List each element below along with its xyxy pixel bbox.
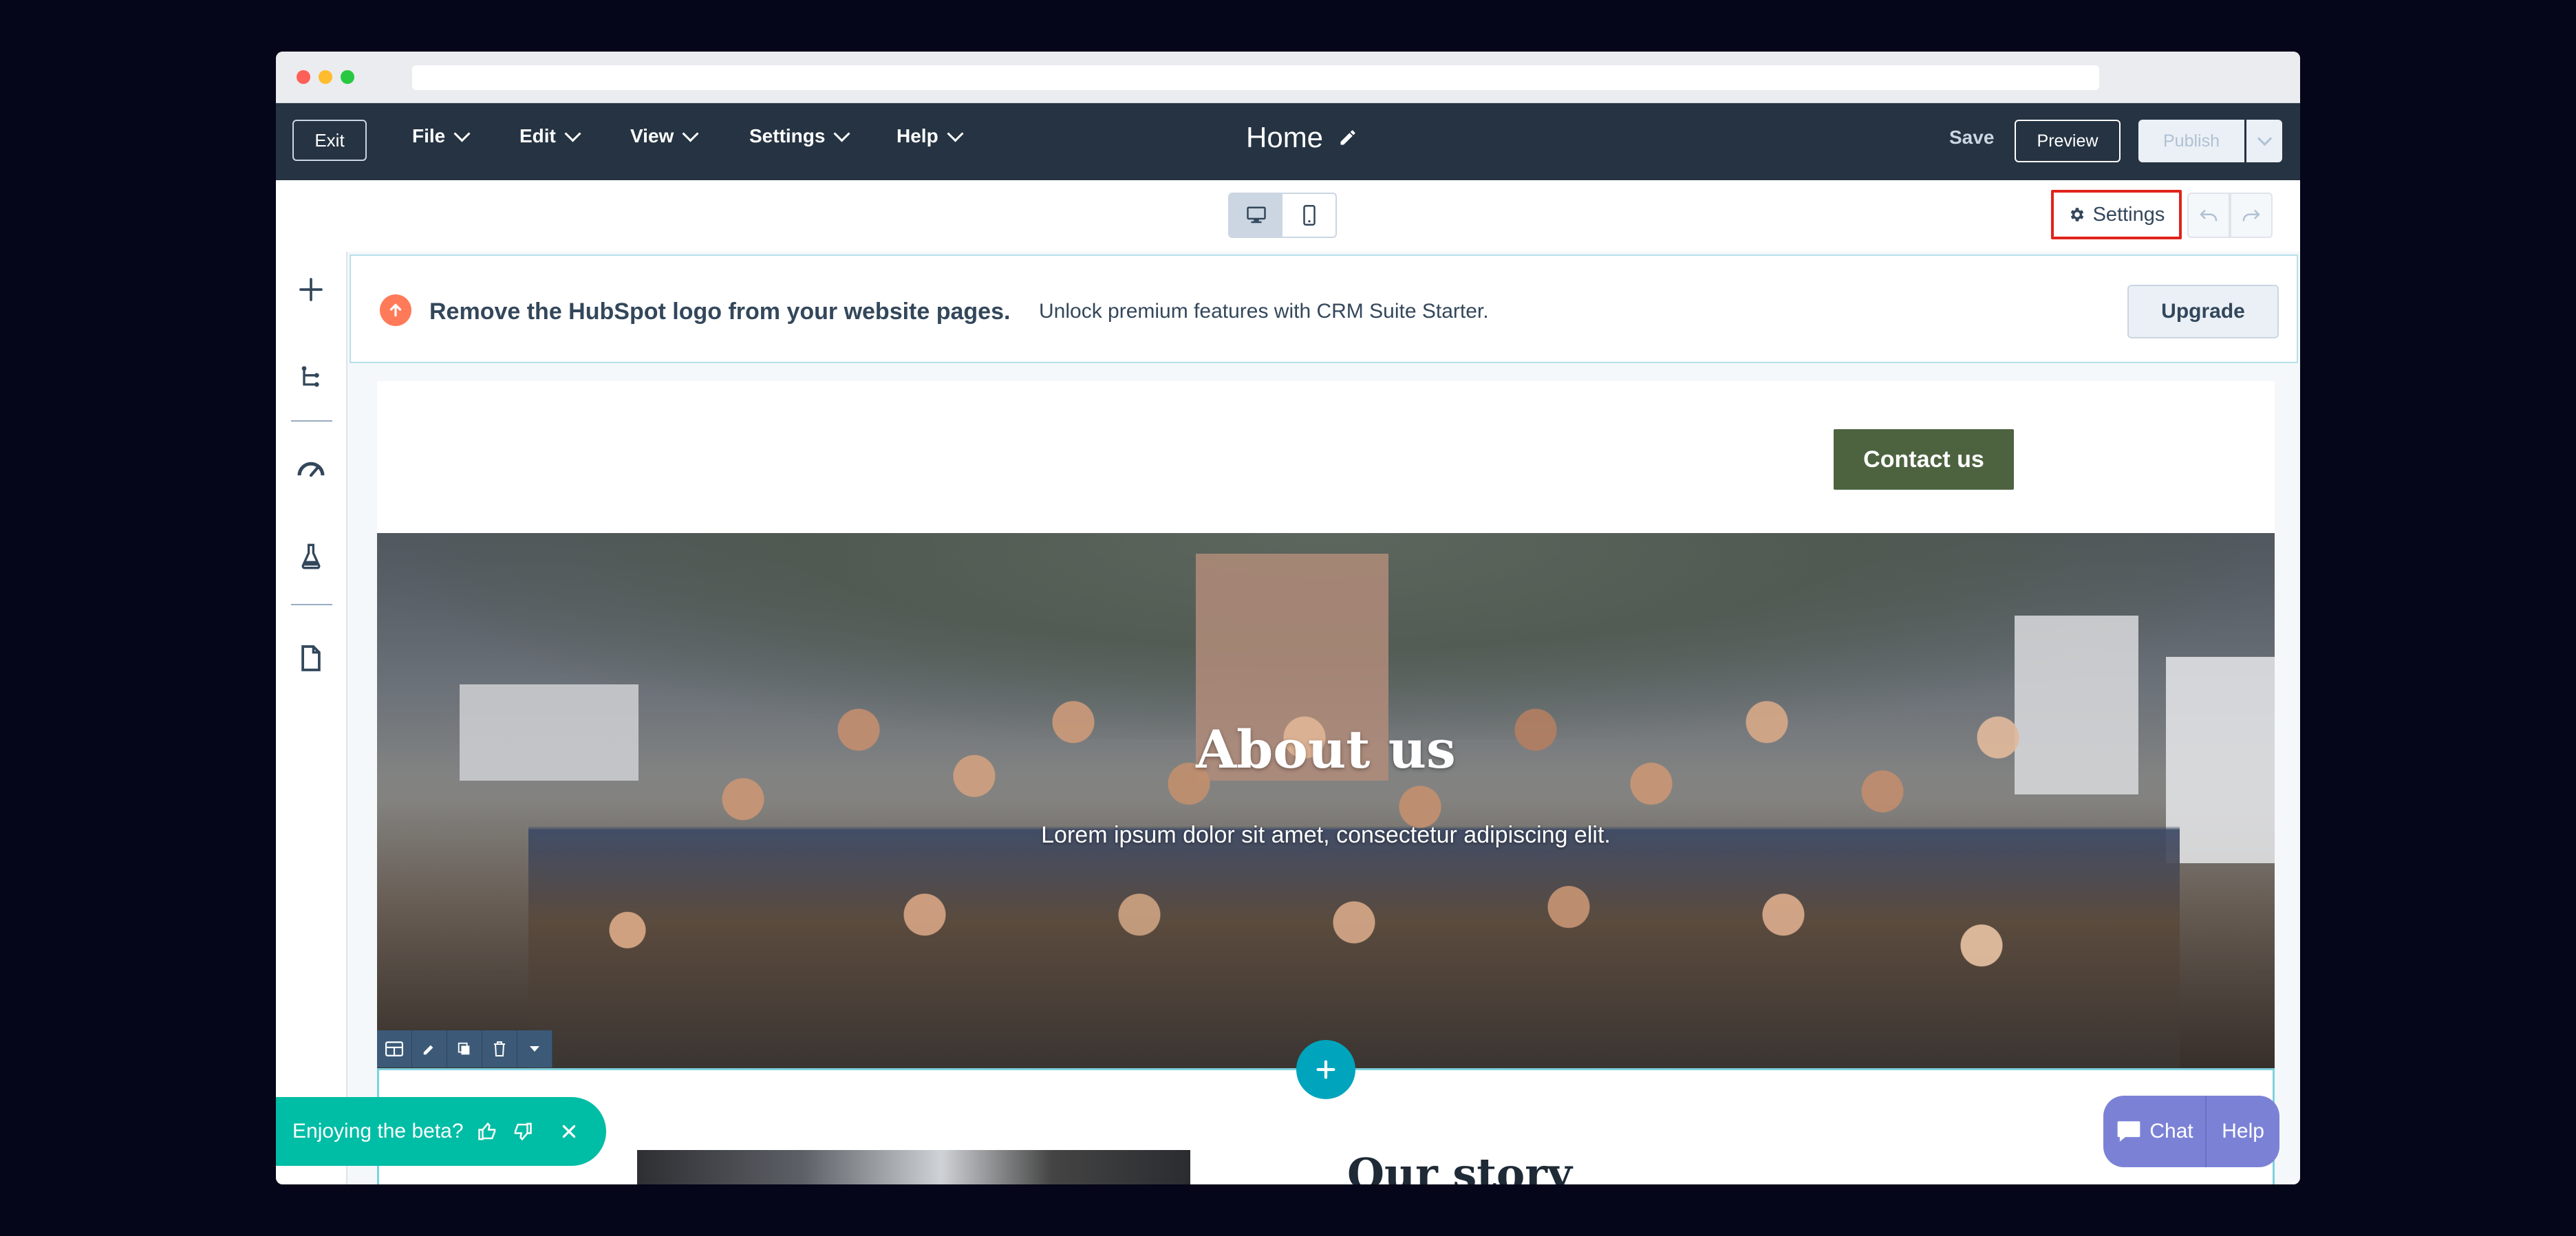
editor-toolbar: Settings: [276, 180, 2300, 252]
publish-button[interactable]: Publish: [2138, 120, 2244, 162]
redo-button[interactable]: [2230, 193, 2273, 238]
chevron-down-icon: [833, 124, 850, 142]
chat-button[interactable]: Chat: [2103, 1096, 2207, 1167]
preview-button[interactable]: Preview: [2015, 120, 2121, 162]
sidebar-divider: [291, 604, 332, 605]
beta-feedback-text: Enjoying the beta?: [292, 1120, 464, 1142]
close-icon[interactable]: [560, 1123, 578, 1140]
edit-pencil-icon[interactable]: [412, 1030, 447, 1067]
hero-title: About us: [1196, 719, 1456, 780]
minimize-window-button[interactable]: [319, 70, 332, 84]
plus-icon: [1316, 1060, 1335, 1079]
address-bar[interactable]: [412, 65, 2099, 90]
menu-file[interactable]: File: [412, 124, 471, 147]
mobile-view-button[interactable]: [1282, 194, 1335, 237]
browser-window: Exit File Edit View Settings Help Home S…: [276, 52, 2300, 1184]
chevron-down-icon: [682, 124, 699, 142]
arrow-up-icon: [380, 294, 411, 326]
chevron-down-icon: [2257, 131, 2272, 146]
banner-subtitle: Unlock premium features with CRM Suite S…: [1039, 300, 1489, 323]
editor-topbar: Exit File Edit View Settings Help Home S…: [276, 103, 2300, 180]
add-section-button[interactable]: [1296, 1040, 1355, 1099]
banner-title: Remove the HubSpot logo from your websit…: [429, 299, 1011, 325]
chat-bubble-icon: [2118, 1121, 2140, 1142]
menu-edit-label: Edit: [519, 125, 556, 147]
menu-edit[interactable]: Edit: [519, 124, 581, 147]
undo-icon: [2200, 209, 2218, 221]
close-window-button[interactable]: [297, 70, 310, 84]
hero-subtitle: Lorem ipsum dolor sit amet, consectetur …: [1041, 822, 1611, 848]
clone-icon[interactable]: [447, 1030, 482, 1067]
menu-settings-label: Settings: [749, 125, 826, 147]
menu-view[interactable]: View: [630, 124, 699, 147]
layout-tree-icon[interactable]: [295, 362, 327, 393]
pencil-icon[interactable]: [1338, 128, 1357, 147]
hero-section[interactable]: About us Lorem ipsum dolor sit amet, con…: [377, 533, 2275, 1068]
editor-canvas: Remove the HubSpot logo from your websit…: [347, 252, 2300, 1184]
menu-help[interactable]: Help: [897, 124, 964, 147]
left-sidebar: [276, 252, 347, 1184]
help-label: Help: [2222, 1120, 2264, 1142]
chevron-down-icon: [564, 124, 581, 142]
chevron-down-icon: [947, 124, 964, 142]
test-flask-icon[interactable]: [295, 541, 327, 572]
page-preview: Contact us About us Lorem ipsum dolor si…: [377, 381, 2275, 1184]
browser-titlebar: [276, 52, 2300, 103]
story-image[interactable]: [637, 1150, 1190, 1184]
add-icon[interactable]: [295, 274, 327, 305]
save-button[interactable]: Save: [1949, 127, 1994, 149]
settings-button[interactable]: Settings: [2051, 190, 2182, 239]
device-preview-toggle: [1228, 193, 1337, 238]
menu-settings[interactable]: Settings: [749, 124, 850, 147]
exit-button[interactable]: Exit: [292, 120, 367, 161]
layout-icon[interactable]: [377, 1030, 412, 1067]
menu-view-label: View: [630, 125, 674, 147]
chat-widget: Chat Help: [2103, 1096, 2279, 1167]
menu-help-label: Help: [897, 125, 938, 147]
thumbs-up-icon[interactable]: [477, 1121, 498, 1142]
maximize-window-button[interactable]: [341, 70, 354, 84]
undo-button[interactable]: [2187, 193, 2230, 238]
menu-file-label: File: [412, 125, 446, 147]
desktop-view-button[interactable]: [1230, 194, 1282, 237]
upgrade-banner: Remove the HubSpot logo from your websit…: [350, 254, 2298, 363]
mobile-icon: [1302, 205, 1316, 226]
more-options-caret-icon[interactable]: [517, 1030, 552, 1067]
page-title: Home: [1246, 121, 1357, 154]
chevron-down-icon: [453, 124, 471, 142]
sidebar-divider: [291, 420, 332, 422]
thumbs-down-icon[interactable]: [512, 1121, 533, 1142]
delete-trash-icon[interactable]: [482, 1030, 517, 1067]
section-action-bar: [377, 1030, 552, 1067]
publish-options-button[interactable]: [2246, 120, 2282, 162]
contact-us-button[interactable]: Contact us: [1834, 429, 2014, 490]
story-title: Our story: [1347, 1149, 1572, 1184]
gear-icon: [2070, 208, 2083, 221]
page-title-text: Home: [1246, 121, 1324, 153]
beta-feedback-pill: Enjoying the beta?: [276, 1097, 606, 1166]
help-button[interactable]: Help: [2207, 1096, 2279, 1167]
chat-label: Chat: [2149, 1120, 2193, 1142]
settings-button-label: Settings: [2092, 203, 2165, 226]
redo-icon: [2242, 209, 2260, 221]
upgrade-button[interactable]: Upgrade: [2127, 285, 2279, 338]
optimize-gauge-icon[interactable]: [295, 453, 327, 484]
desktop-icon: [1246, 206, 1266, 224]
page-document-icon[interactable]: [295, 642, 327, 674]
